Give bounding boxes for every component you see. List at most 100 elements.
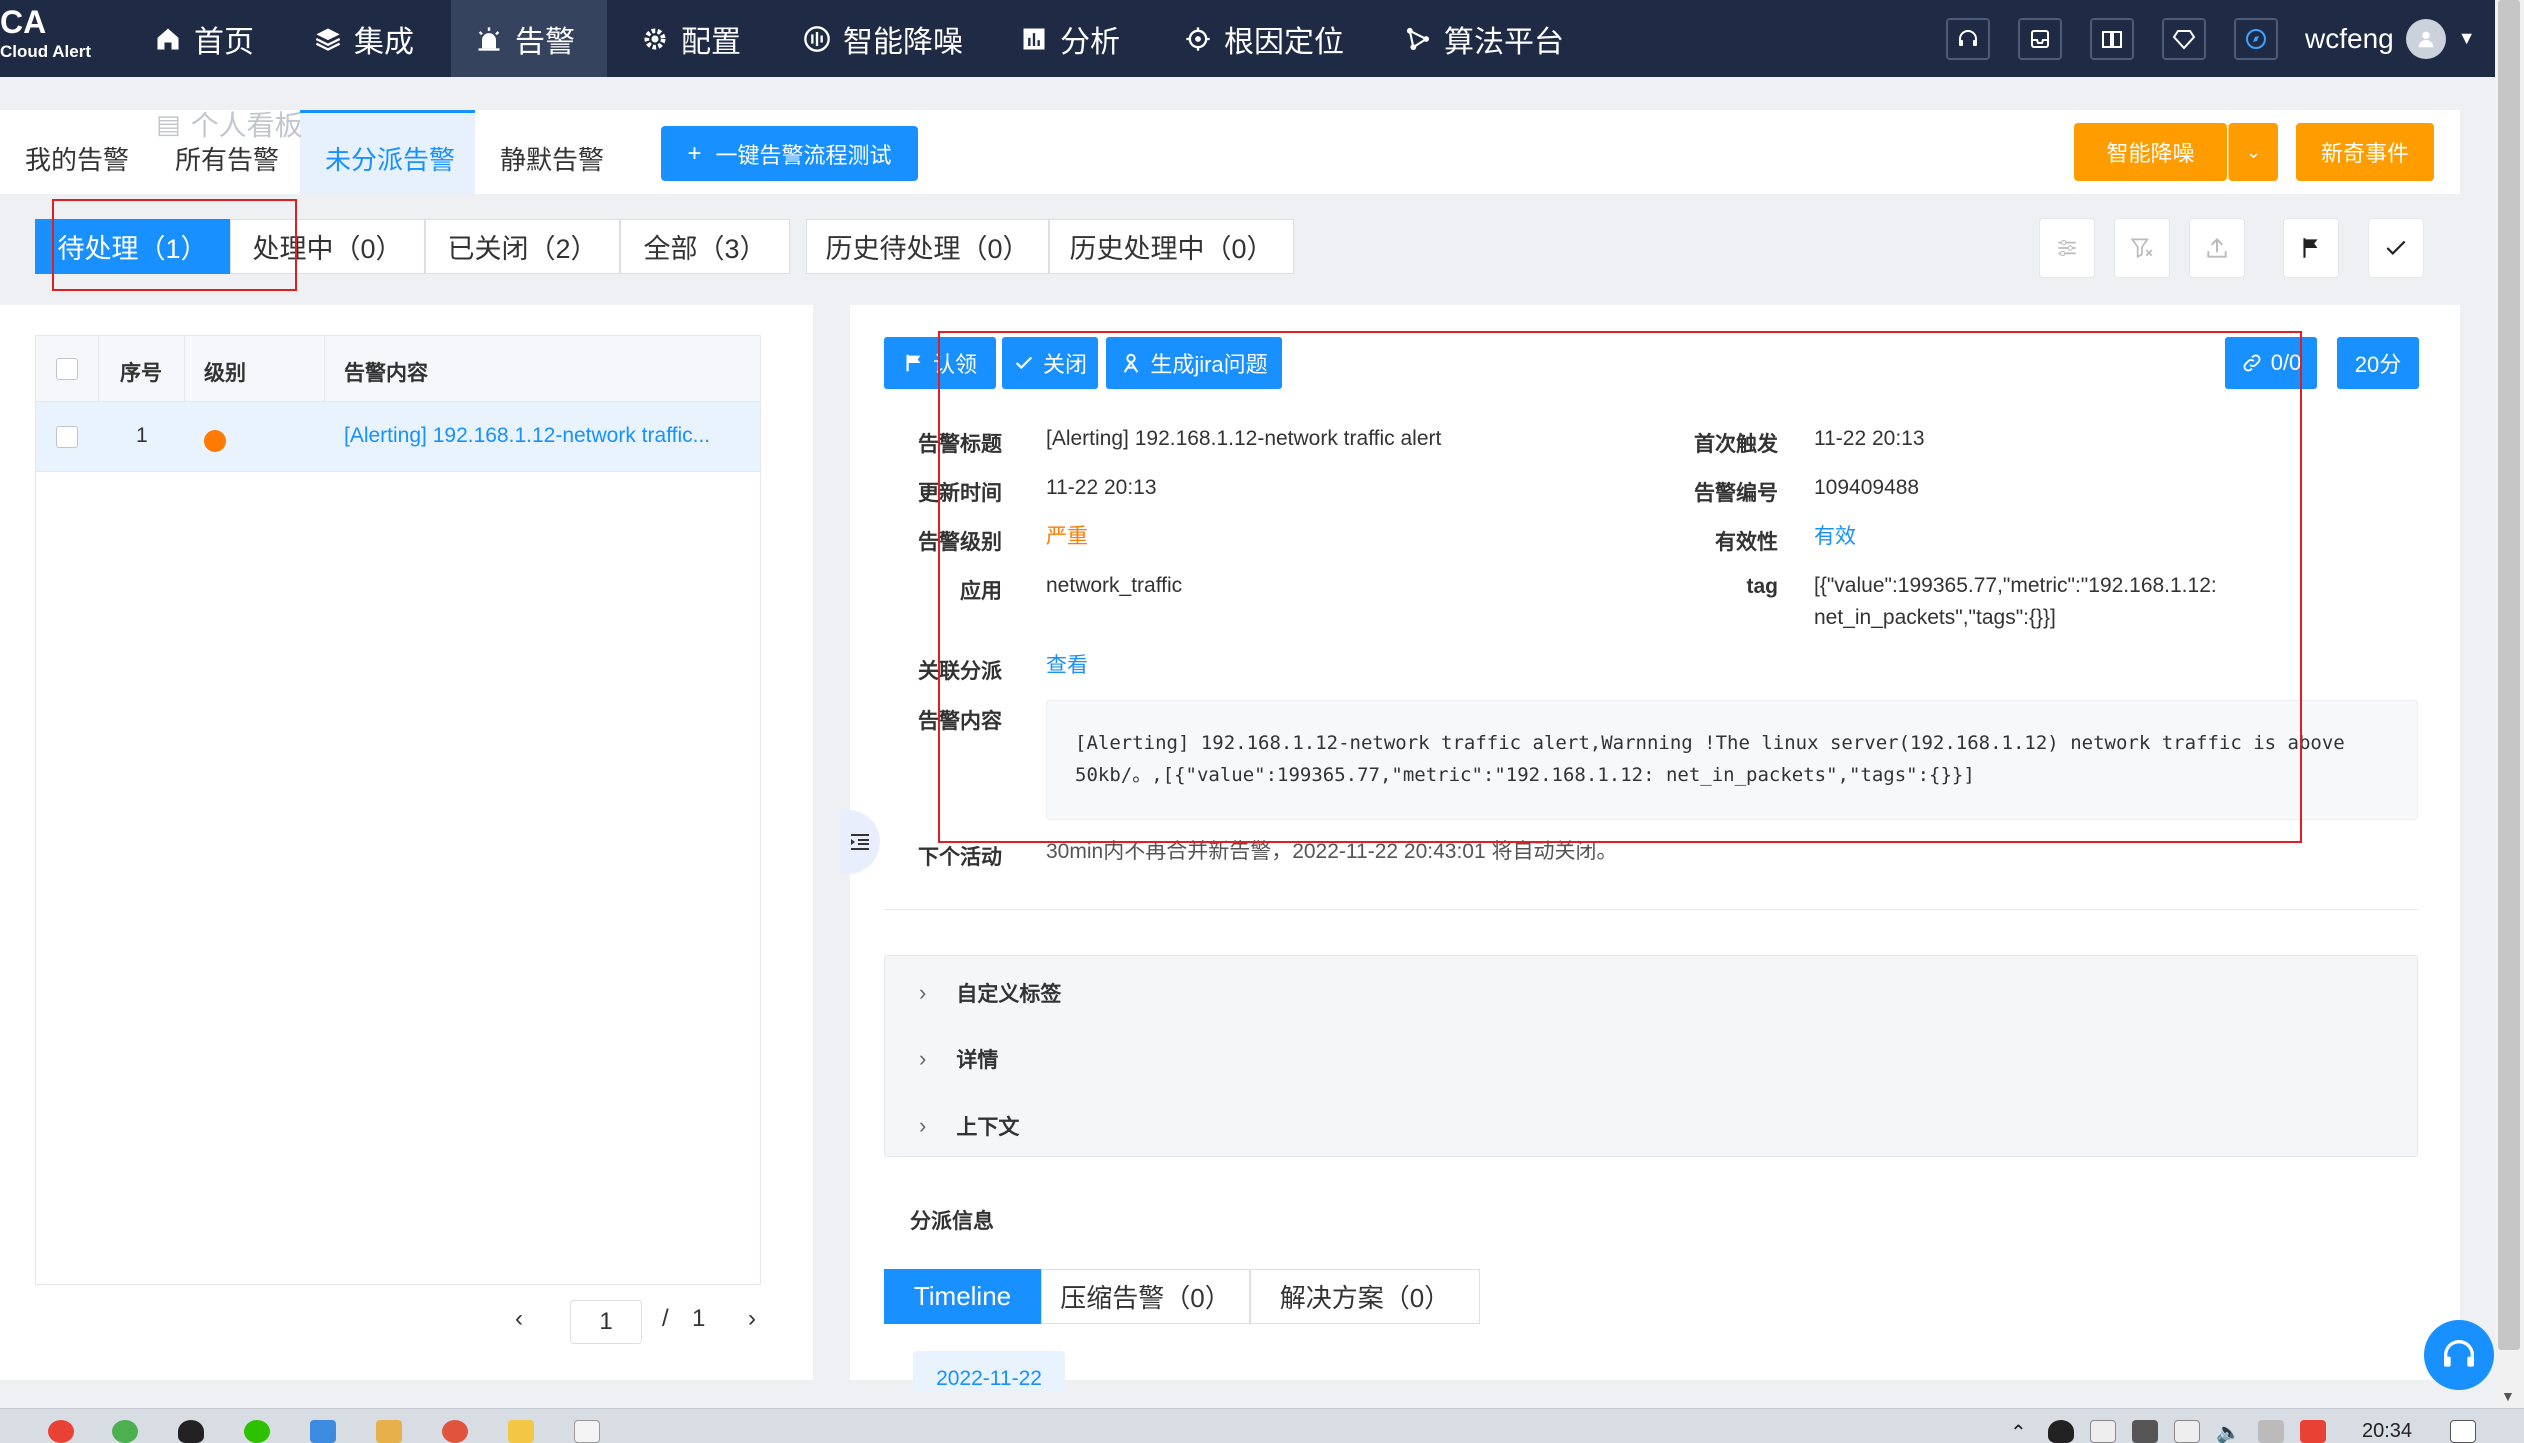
nav-item-label: 根因定位 [1224, 25, 1344, 59]
nav-item-label: 集成 [354, 25, 414, 59]
flow-test-label: 一键告警流程测试 [715, 142, 892, 168]
app-taskbar-icon[interactable] [442, 1420, 468, 1443]
alert-list-panel: 序号 级别 告警内容 1 [Alerting] 192.168.1.12-net… [0, 305, 813, 1380]
nav-item-rca[interactable]: 根因定位 [1160, 0, 1368, 77]
notepad-taskbar-icon[interactable] [376, 1420, 402, 1443]
collapse-panel-button[interactable] [840, 810, 880, 874]
qq-tray-icon[interactable] [2048, 1420, 2074, 1443]
folder-taskbar-icon[interactable] [508, 1420, 534, 1443]
layers-icon [314, 25, 342, 53]
scroll-down-icon[interactable]: ▼ [2501, 1388, 2515, 1404]
nav-item-label: 智能降噪 [843, 25, 963, 59]
tray-icon[interactable] [2300, 1420, 2326, 1443]
column-header-content: 告警内容 [344, 362, 428, 385]
scrollbar-thumb[interactable] [2498, 0, 2520, 1350]
duration-button[interactable]: 20分 [2337, 337, 2419, 389]
tab-all-alerts[interactable]: 所有告警 [175, 140, 279, 177]
tab-silenced-alerts[interactable]: 静默告警 [500, 140, 604, 177]
notification-icon[interactable] [2450, 1420, 2476, 1443]
check-icon [2386, 240, 2406, 255]
text-taskbar-icon[interactable] [574, 1420, 600, 1443]
chevron-right-icon: › [919, 1113, 927, 1138]
headset-icon [2444, 1340, 2474, 1367]
detail-accordion: › 自定义标签 › 详情 › 上下文 [884, 955, 2418, 1157]
gear-icon [641, 25, 669, 53]
tab-history-processing[interactable]: 历史处理中（0） [1049, 219, 1294, 274]
clear-filter-button[interactable] [2114, 218, 2170, 278]
nav-item-label: 首页 [194, 25, 254, 59]
flow-test-button[interactable]: + 一键告警流程测试 [661, 126, 918, 181]
nav-item-label: 算法平台 [1444, 25, 1564, 59]
settings-filter-button[interactable] [2039, 218, 2095, 278]
nav-item-noise[interactable]: 智能降噪 [779, 0, 987, 77]
pager-next[interactable]: › [748, 1305, 756, 1333]
explore-button[interactable] [2234, 18, 2278, 60]
nav-item-alarm[interactable]: 告警 [451, 0, 607, 77]
clock[interactable]: 20:34 [2362, 1420, 2412, 1443]
wechat-taskbar-icon[interactable] [244, 1420, 270, 1443]
page-scrollbar[interactable]: ▼ [2495, 0, 2524, 1408]
section-divider [884, 909, 2418, 910]
nav-item-algo[interactable]: 算法平台 [1380, 0, 1588, 77]
support-button[interactable] [1946, 18, 1990, 60]
nav-item-integration[interactable]: 集成 [290, 0, 438, 77]
smart-noise-button[interactable]: 智能降噪 [2074, 123, 2227, 181]
smart-noise-dropdown[interactable]: ⌄ [2228, 123, 2278, 181]
app-taskbar-icon[interactable] [310, 1420, 336, 1443]
tab-all[interactable]: 全部（3） [620, 219, 790, 274]
pager-separator: / [662, 1305, 669, 1332]
nav-item-analysis[interactable]: 分析 [996, 0, 1144, 77]
logo[interactable]: CA Cloud Alert [0, 4, 91, 62]
tray-icon[interactable] [2090, 1420, 2116, 1443]
severity-dot [204, 430, 226, 452]
dashboard-icon: ▤ [156, 108, 181, 139]
accordion-label: 详情 [956, 1049, 999, 1072]
highlight-box-pending-tab [52, 199, 297, 291]
docs-button[interactable] [2090, 18, 2134, 60]
chrome-taskbar-icon[interactable] [48, 1420, 74, 1443]
column-divider [324, 336, 325, 402]
highlight-box-detail [938, 331, 2302, 843]
tray-icon[interactable] [2132, 1420, 2158, 1443]
row-checkbox[interactable] [56, 426, 78, 448]
row-alert-content[interactable]: [Alerting] 192.168.1.12-network traffic.… [344, 424, 710, 448]
pager-current-input[interactable]: 1 [570, 1300, 642, 1344]
display-tray-icon[interactable] [2174, 1420, 2200, 1443]
nav-item-config[interactable]: 配置 [617, 0, 765, 77]
inbox-icon [2031, 30, 2049, 48]
tab-my-alerts[interactable]: 我的告警 [25, 140, 129, 177]
app-taskbar-icon[interactable] [112, 1420, 138, 1443]
check-filter-button[interactable] [2368, 218, 2424, 278]
tab-solutions[interactable]: 解决方案（0） [1250, 1269, 1480, 1324]
nav-item-home[interactable]: 首页 [130, 0, 278, 77]
network-tray-icon[interactable] [2258, 1420, 2284, 1443]
accordion-context[interactable]: › 上下文 [919, 1111, 1019, 1141]
tab-timeline[interactable]: Timeline [884, 1269, 1041, 1324]
new-event-button[interactable]: 新奇事件 [2296, 123, 2434, 181]
user-name: wcfeng [2305, 22, 2394, 54]
select-all-checkbox[interactable] [56, 358, 78, 380]
logo-subtitle: Cloud Alert [0, 42, 91, 61]
flag-filter-button[interactable] [2283, 218, 2339, 278]
accordion-custom-tags[interactable]: › 自定义标签 [919, 978, 1061, 1008]
pager-total: 1 [692, 1305, 706, 1332]
volume-icon[interactable]: 🔈 [2216, 1420, 2241, 1443]
user-menu[interactable]: wcfeng ▼ [2305, 0, 2476, 77]
inbox-button[interactable] [2018, 18, 2062, 60]
alarm-icon [475, 25, 503, 53]
export-button[interactable] [2189, 218, 2245, 278]
tab-unassigned-alerts[interactable]: 未分派告警 [325, 140, 455, 177]
tab-history-pending[interactable]: 历史待处理（0） [806, 219, 1049, 274]
accordion-details[interactable]: › 详情 [919, 1044, 998, 1074]
nav-item-label: 分析 [1060, 25, 1120, 59]
tray-expand-icon[interactable]: ⌃ [2010, 1420, 2027, 1443]
tab-closed[interactable]: 已关闭（2） [425, 219, 620, 274]
vip-button[interactable] [2162, 18, 2206, 60]
help-chat-button[interactable] [2424, 1320, 2494, 1390]
pager-prev[interactable]: ‹ [515, 1305, 523, 1333]
tab-compressed-alerts[interactable]: 压缩告警（0） [1041, 1269, 1250, 1324]
compass-icon [2246, 29, 2266, 49]
app-root: CA Cloud Alert 首页 集成 告警 配置 智能降噪 分析 根因定位 … [0, 0, 2524, 1443]
table-row[interactable]: 1 [Alerting] 192.168.1.12-network traffi… [36, 402, 760, 472]
qq-taskbar-icon[interactable] [178, 1420, 204, 1443]
